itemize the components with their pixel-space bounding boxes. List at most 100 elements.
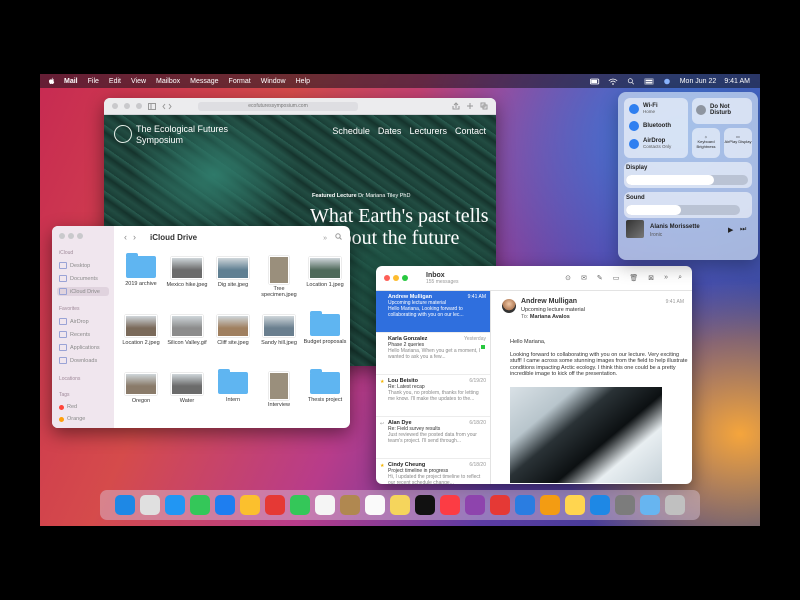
message-row[interactable]: Karla Gonzalez Yesterday Phase 2 queries… bbox=[376, 333, 490, 375]
close-button[interactable] bbox=[59, 233, 65, 239]
dock-app-icon[interactable] bbox=[565, 495, 585, 515]
dock-app-icon[interactable] bbox=[440, 495, 460, 515]
file-item[interactable]: Budget proposals bbox=[302, 311, 348, 345]
new-tab-icon[interactable] bbox=[466, 102, 474, 110]
file-item[interactable]: Location 2.jpeg bbox=[118, 314, 164, 346]
file-item[interactable]: Intern bbox=[210, 369, 256, 403]
menu-edit[interactable]: Edit bbox=[109, 78, 121, 85]
nav-lecturers[interactable]: Lecturers bbox=[409, 126, 447, 136]
file-item[interactable]: Water bbox=[164, 372, 210, 404]
file-item[interactable]: Location 1.jpeg bbox=[302, 256, 348, 288]
message-row[interactable]: Andrew Mulligan 9:41 AM Upcoming lecture… bbox=[376, 291, 490, 333]
bluetooth-toggle[interactable]: Bluetooth bbox=[629, 121, 671, 131]
dock-app-icon[interactable] bbox=[415, 495, 435, 515]
filter-icon[interactable]: ⊙ bbox=[565, 274, 571, 282]
message-row[interactable]: ★ Cindy Cheung 6/18/20 Project timeline … bbox=[376, 459, 490, 484]
menu-message[interactable]: Message bbox=[190, 78, 218, 85]
dock-app-icon[interactable] bbox=[665, 495, 685, 515]
dock-app-icon[interactable] bbox=[265, 495, 285, 515]
sidebar-item-applications[interactable]: Applications bbox=[59, 344, 100, 351]
tab-overview-icon[interactable] bbox=[480, 102, 488, 110]
sidebar-item-tag-orange[interactable]: Orange bbox=[59, 416, 85, 422]
archive-icon[interactable]: ▭ bbox=[613, 274, 620, 282]
menu-mailbox[interactable]: Mailbox bbox=[156, 78, 180, 85]
menu-format[interactable]: Format bbox=[229, 78, 251, 85]
compose-envelope-icon[interactable]: ✉ bbox=[581, 274, 587, 282]
close-button[interactable] bbox=[384, 275, 390, 281]
zoom-button[interactable] bbox=[77, 233, 83, 239]
dock-app-icon[interactable] bbox=[590, 495, 610, 515]
file-item[interactable]: Mexico hike.jpeg bbox=[164, 256, 210, 288]
sound-slider[interactable] bbox=[626, 205, 740, 215]
dock-app-icon[interactable] bbox=[190, 495, 210, 515]
sidebar-item-recents[interactable]: Recents bbox=[59, 331, 90, 338]
menu-app-mail[interactable]: Mail bbox=[64, 78, 78, 85]
sidebar-icon[interactable] bbox=[148, 102, 156, 110]
minimize-button[interactable] bbox=[124, 103, 130, 109]
zoom-button[interactable] bbox=[136, 103, 142, 109]
search-icon[interactable]: ⌕ bbox=[678, 274, 682, 282]
message-row[interactable]: ↩ Alan Dye 6/18/20 Re: Field survey resu… bbox=[376, 417, 490, 459]
sidebar-item-documents[interactable]: Documents bbox=[59, 275, 98, 282]
menu-view[interactable]: View bbox=[131, 78, 146, 85]
dock-app-icon[interactable] bbox=[340, 495, 360, 515]
dock-app-icon[interactable] bbox=[465, 495, 485, 515]
zoom-button[interactable] bbox=[402, 275, 408, 281]
file-item[interactable]: 2019 archive bbox=[118, 253, 164, 287]
nav-dates[interactable]: Dates bbox=[378, 126, 402, 136]
menu-help[interactable]: Help bbox=[296, 78, 310, 85]
file-item[interactable]: Sandy hill.jpeg bbox=[256, 314, 302, 346]
nav-contact[interactable]: Contact bbox=[455, 126, 486, 136]
play-icon[interactable]: ▶ bbox=[728, 226, 733, 234]
site-logo-icon[interactable] bbox=[114, 125, 132, 143]
junk-icon[interactable]: ⊠ bbox=[648, 274, 654, 282]
file-item[interactable]: Oregon bbox=[118, 372, 164, 404]
close-button[interactable] bbox=[112, 103, 118, 109]
menu-date[interactable]: Mon Jun 22 bbox=[680, 78, 717, 85]
back-forward-icon[interactable] bbox=[162, 103, 172, 110]
sidebar-item-downloads[interactable]: Downloads bbox=[59, 357, 97, 364]
file-item[interactable]: Silicon Valley.gif bbox=[164, 314, 210, 346]
forward-icon[interactable]: ⏭ bbox=[740, 226, 746, 234]
wifi-icon[interactable] bbox=[608, 78, 618, 85]
sidebar-item-tag-red[interactable]: Red bbox=[59, 404, 77, 410]
dock-app-icon[interactable] bbox=[365, 495, 385, 515]
menu-window[interactable]: Window bbox=[261, 78, 286, 85]
sidebar-item-icloud-drive[interactable]: iCloud Drive bbox=[57, 287, 109, 296]
dock-app-icon[interactable] bbox=[215, 495, 235, 515]
dock-app-icon[interactable] bbox=[315, 495, 335, 515]
dock-app-icon[interactable] bbox=[490, 495, 510, 515]
message-row[interactable]: ★ Lou Beisito 6/19/20 Re: Latest recap T… bbox=[376, 375, 490, 417]
keyboard-brightness-tile[interactable]: ☼ Keyboard Brightness bbox=[692, 128, 720, 158]
dock-app-icon[interactable] bbox=[140, 495, 160, 515]
menu-time[interactable]: 9:41 AM bbox=[724, 78, 750, 85]
file-item[interactable]: Interview bbox=[256, 372, 302, 408]
display-slider[interactable] bbox=[626, 175, 748, 185]
file-item[interactable]: Cliff site.jpeg bbox=[210, 314, 256, 346]
nav-schedule[interactable]: Schedule bbox=[332, 126, 370, 136]
share-icon[interactable] bbox=[452, 102, 460, 110]
dock-app-icon[interactable] bbox=[390, 495, 410, 515]
trash-icon[interactable]: 🗑 bbox=[629, 274, 638, 282]
sidebar-item-desktop[interactable]: Desktop bbox=[59, 262, 90, 269]
siri-icon[interactable] bbox=[662, 78, 672, 85]
dock-app-icon[interactable] bbox=[515, 495, 535, 515]
control-center-icon[interactable] bbox=[643, 77, 654, 85]
album-art[interactable] bbox=[626, 220, 644, 238]
address-bar[interactable]: ecofuturessymposium.com bbox=[198, 101, 358, 111]
minimize-button[interactable] bbox=[393, 275, 399, 281]
back-forward-icon[interactable]: ‹› bbox=[124, 232, 142, 242]
dock-app-icon[interactable] bbox=[640, 495, 660, 515]
more-icon[interactable]: » bbox=[323, 235, 327, 242]
dock-app-icon[interactable] bbox=[115, 495, 135, 515]
attached-image[interactable] bbox=[510, 387, 662, 483]
battery-icon[interactable] bbox=[589, 78, 600, 85]
search-icon[interactable] bbox=[626, 77, 636, 85]
dnd-toggle[interactable]: Do Not Disturb bbox=[696, 104, 746, 116]
file-item[interactable]: Dig site.jpeg bbox=[210, 256, 256, 288]
search-icon[interactable] bbox=[335, 232, 342, 240]
file-item[interactable]: Tree specimen.jpeg bbox=[256, 256, 302, 298]
minimize-button[interactable] bbox=[68, 233, 74, 239]
dock-app-icon[interactable] bbox=[240, 495, 260, 515]
airplay-display-tile[interactable]: ▭ AirPlay Display bbox=[724, 128, 752, 158]
